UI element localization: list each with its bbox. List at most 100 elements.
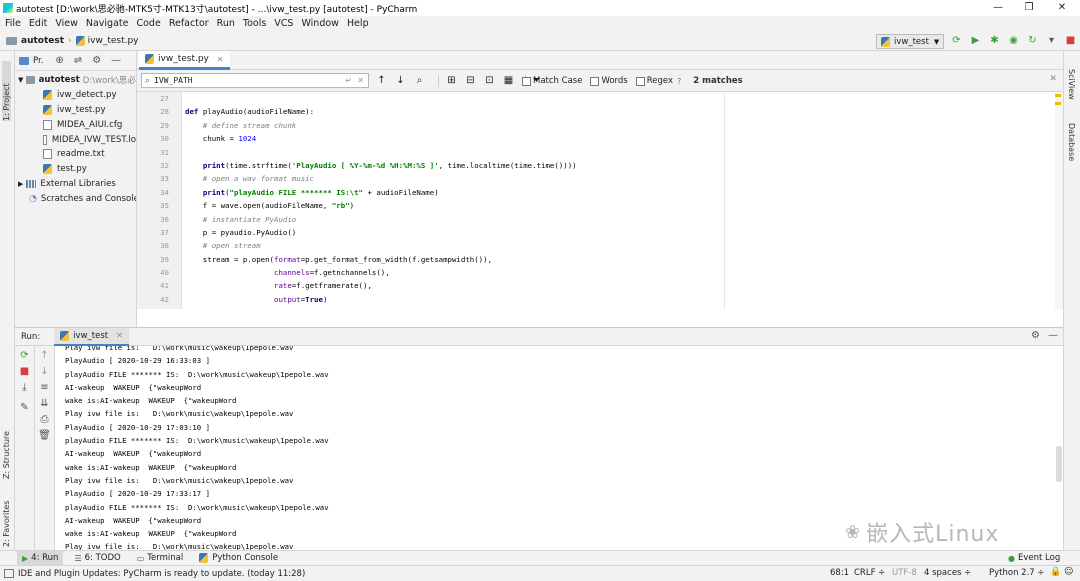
menu-view[interactable]: View: [55, 16, 78, 31]
file-encoding[interactable]: UTF-8: [892, 568, 917, 578]
python-interpreter[interactable]: Python 2.7 ÷: [989, 568, 1045, 578]
menu-code[interactable]: Code: [136, 16, 160, 31]
profile-icon[interactable]: ↻: [1026, 34, 1039, 47]
tree-file[interactable]: ivw_detect.py: [15, 88, 136, 103]
expand-arrow-icon: ▼: [18, 76, 24, 85]
menu-refactor[interactable]: Refactor: [169, 16, 209, 31]
trash-icon[interactable]: 🗑: [35, 430, 54, 446]
tree-root[interactable]: ▼ autotest D:\work\思必: [15, 73, 136, 88]
run-tab[interactable]: ivw_test ✕: [54, 327, 129, 346]
rerun-icon[interactable]: ⟳: [15, 350, 34, 366]
select-all-occurrences-icon[interactable]: ⊡: [483, 74, 496, 87]
menu-window[interactable]: Window: [301, 16, 338, 31]
debug-icon[interactable]: ✱: [988, 34, 1001, 47]
lock-icon[interactable]: 🔒: [1050, 567, 1061, 577]
code-line: # open stream: [185, 241, 261, 251]
close-tab-icon[interactable]: ✕: [116, 331, 123, 340]
down-icon[interactable]: ↓: [35, 366, 54, 382]
add-selection-icon[interactable]: ⊞: [445, 74, 458, 87]
project-tool-tab[interactable]: 1: Project: [2, 61, 11, 121]
next-occurrence-icon[interactable]: ↓: [394, 74, 407, 87]
more-run-icon[interactable]: ▾: [1045, 34, 1058, 47]
terminal-tool-tab[interactable]: ▭ Terminal: [132, 551, 188, 565]
todo-tool-tab[interactable]: ☰ 6: TODO: [69, 551, 125, 565]
tree-scratches-label: Scratches and Consoles: [40, 193, 136, 204]
sciview-tool-tab[interactable]: SciView: [1067, 69, 1076, 109]
remove-selection-icon[interactable]: ⊟: [464, 74, 477, 87]
tree-file[interactable]: MIDEA_IVW_TEST.lo: [15, 132, 136, 147]
run-tool-tab[interactable]: ▶ 4: Run: [17, 551, 64, 565]
search-input[interactable]: ⌕ IVW_PATH ↵ ✕: [141, 73, 369, 88]
gear-icon[interactable]: ⚙: [92, 55, 101, 66]
up-icon[interactable]: ↑: [35, 350, 54, 366]
tree-external-libraries[interactable]: ▶ External Libraries: [15, 177, 136, 192]
console-scrollbar[interactable]: [1056, 446, 1062, 482]
clear-icon[interactable]: ✕: [357, 76, 364, 85]
menu-vcs[interactable]: VCS: [274, 16, 293, 31]
tree-scratches[interactable]: ◔ Scratches and Consoles: [15, 191, 136, 206]
menu-tools[interactable]: Tools: [243, 16, 266, 31]
breadcrumb-project[interactable]: autotest: [21, 36, 64, 46]
previous-occurrence-icon[interactable]: ↑: [375, 74, 388, 87]
minimize-button[interactable]: —: [982, 0, 1014, 16]
structure-tool-tab[interactable]: Z: Structure: [2, 419, 11, 479]
close-button[interactable]: ✕: [1046, 0, 1078, 16]
build-icon[interactable]: ⟳: [950, 34, 963, 47]
soft-wrap-icon[interactable]: ≡: [35, 382, 54, 398]
stop-icon[interactable]: ■: [15, 366, 34, 382]
menu-bar: File Edit View Navigate Code Refactor Ru…: [0, 16, 1080, 31]
find-in-selection-icon[interactable]: ▦: [502, 74, 515, 87]
regex-checkbox[interactable]: [635, 76, 645, 86]
pin-icon[interactable]: ✎: [15, 402, 34, 418]
menu-edit[interactable]: Edit: [29, 16, 47, 31]
line-separator[interactable]: CRLF ÷: [854, 568, 885, 578]
tree-file[interactable]: readme.txt: [15, 147, 136, 162]
caret-position[interactable]: 68:1: [830, 568, 849, 578]
stop-icon[interactable]: ■: [1064, 34, 1077, 47]
event-log-tool-tab[interactable]: ● Event Log: [1008, 551, 1060, 565]
gear-icon[interactable]: ⚙: [1031, 330, 1040, 341]
coverage-icon[interactable]: ◉: [1007, 34, 1020, 47]
toggle-tool-windows-icon[interactable]: [4, 569, 14, 578]
print-icon[interactable]: ⎙: [35, 414, 54, 430]
indent-setting[interactable]: 4 spaces ÷: [924, 568, 971, 578]
hide-icon[interactable]: —: [111, 55, 121, 66]
status-message[interactable]: IDE and Plugin Updates: PyCharm is ready…: [18, 569, 305, 579]
restore-layout-icon[interactable]: ⤓: [15, 382, 34, 398]
locate-icon[interactable]: ⊕: [55, 55, 63, 66]
run-config-selector[interactable]: ivw_test ▼: [876, 34, 945, 49]
menu-run[interactable]: Run: [217, 16, 235, 31]
python-console-tool-tab[interactable]: Python Console: [194, 551, 283, 565]
regex-help-link[interactable]: ?: [677, 77, 681, 86]
menu-navigate[interactable]: Navigate: [86, 16, 129, 31]
hide-panel-icon[interactable]: —: [1048, 330, 1058, 341]
run-console[interactable]: Play ivw file is: D:\work\music\wakeup\1…: [55, 346, 1063, 550]
database-tool-tab[interactable]: Database: [1067, 123, 1076, 173]
console-line: Play ivw file is: D:\work\music\wakeup\1…: [65, 475, 294, 485]
code-editor[interactable]: def playAudio(audioFileName): # define s…: [182, 92, 1057, 309]
find-all-icon[interactable]: ⌕: [413, 74, 426, 87]
run-icon[interactable]: ▶: [969, 34, 982, 47]
newline-icon[interactable]: ↵: [345, 76, 352, 85]
favorites-tool-tab[interactable]: 2: Favorites: [2, 491, 11, 547]
breadcrumb-file[interactable]: ivw_test.py: [88, 36, 139, 46]
close-search-icon[interactable]: ✕: [1049, 74, 1057, 84]
maximize-button[interactable]: ❐: [1013, 0, 1045, 16]
tree-file[interactable]: ivw_test.py: [15, 103, 136, 118]
collapse-icon[interactable]: ⇌: [74, 55, 82, 66]
match-case-checkbox[interactable]: [522, 76, 531, 86]
editor-tab[interactable]: ivw_test.py ✕: [139, 51, 230, 70]
inspector-icon[interactable]: ☺: [1064, 567, 1073, 577]
project-view-selector[interactable]: Pr.: [33, 56, 43, 66]
close-tab-icon[interactable]: ✕: [217, 55, 224, 64]
line-number: 35: [160, 201, 169, 211]
words-checkbox[interactable]: [590, 76, 600, 86]
menu-help[interactable]: Help: [347, 16, 369, 31]
menu-file[interactable]: File: [5, 16, 21, 31]
run-toolbar: ⟳ ▶ ✱ ◉ ↻ ▾ ■ ⌕: [950, 34, 1080, 47]
tree-file[interactable]: MIDEA_AIUI.cfg: [15, 117, 136, 132]
wechat-icon: ❀: [845, 521, 861, 543]
tree-file[interactable]: test.py: [15, 162, 136, 177]
line-number: 42: [160, 294, 169, 304]
scroll-to-end-icon[interactable]: ⇊: [35, 398, 54, 414]
